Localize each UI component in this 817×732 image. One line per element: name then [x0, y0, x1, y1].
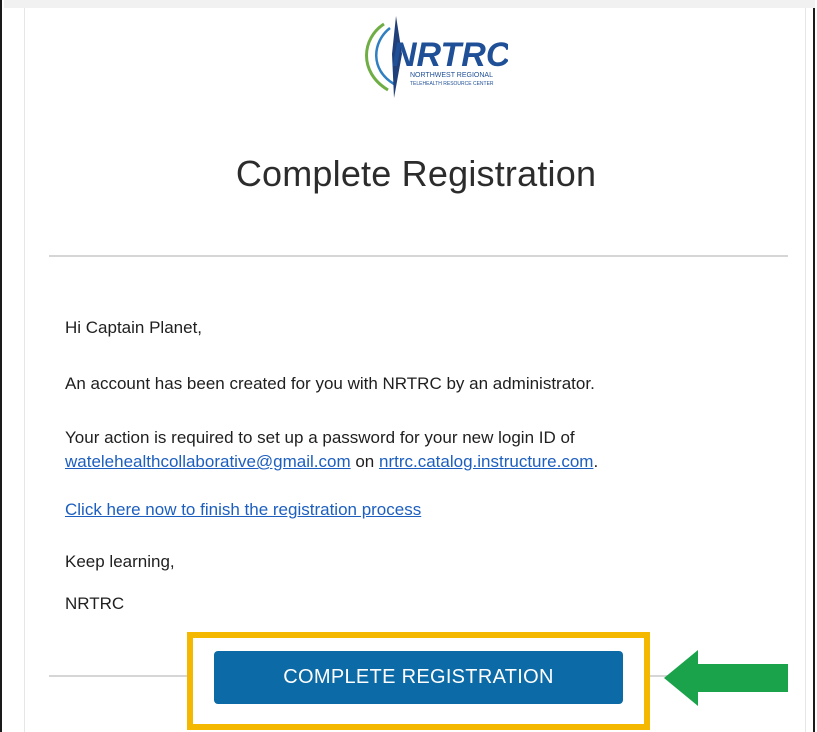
domain-link[interactable]: nrtrc.catalog.instructure.com [379, 452, 593, 471]
login-email-link[interactable]: watelehealthcollaborative@gmail.com [65, 452, 351, 471]
complete-registration-button[interactable]: COMPLETE REGISTRATION [214, 651, 623, 704]
greeting-text: Hi Captain Planet, [65, 318, 203, 337]
signature-text: NRTRC [65, 594, 125, 613]
login-id-line: watelehealthcollaborative@gmail.com on n… [65, 450, 598, 474]
finish-registration-link[interactable]: Click here now to finish the registratio… [65, 500, 421, 519]
finish-registration-line: Click here now to finish the registratio… [65, 498, 421, 522]
page-title: Complete Registration [235, 153, 597, 194]
signoff-text: Keep learning, [65, 552, 175, 571]
action-required-text: Your action is required to set up a pass… [65, 428, 575, 447]
email-card: NRTRC NORTHWEST REGIONAL TELEHEALTH RESO… [24, 8, 806, 732]
logo-tagline-2: TELEHEALTH RESOURCE CENTER [410, 81, 494, 87]
connector-text: on [350, 452, 379, 471]
logo-tagline-1: NORTHWEST REGIONAL [410, 72, 493, 79]
screenshot-frame: NRTRC NORTHWEST REGIONAL TELEHEALTH RESO… [0, 0, 815, 732]
period-text: . [593, 452, 599, 471]
divider-top [49, 255, 788, 257]
top-band [4, 0, 815, 8]
nrtrc-logo: NRTRC NORTHWEST REGIONAL TELEHEALTH RESO… [365, 16, 508, 98]
arrow-left-icon [664, 650, 788, 706]
logo-wordmark: NRTRC [392, 36, 508, 74]
account-created-text: An account has been created for you with… [65, 374, 595, 393]
